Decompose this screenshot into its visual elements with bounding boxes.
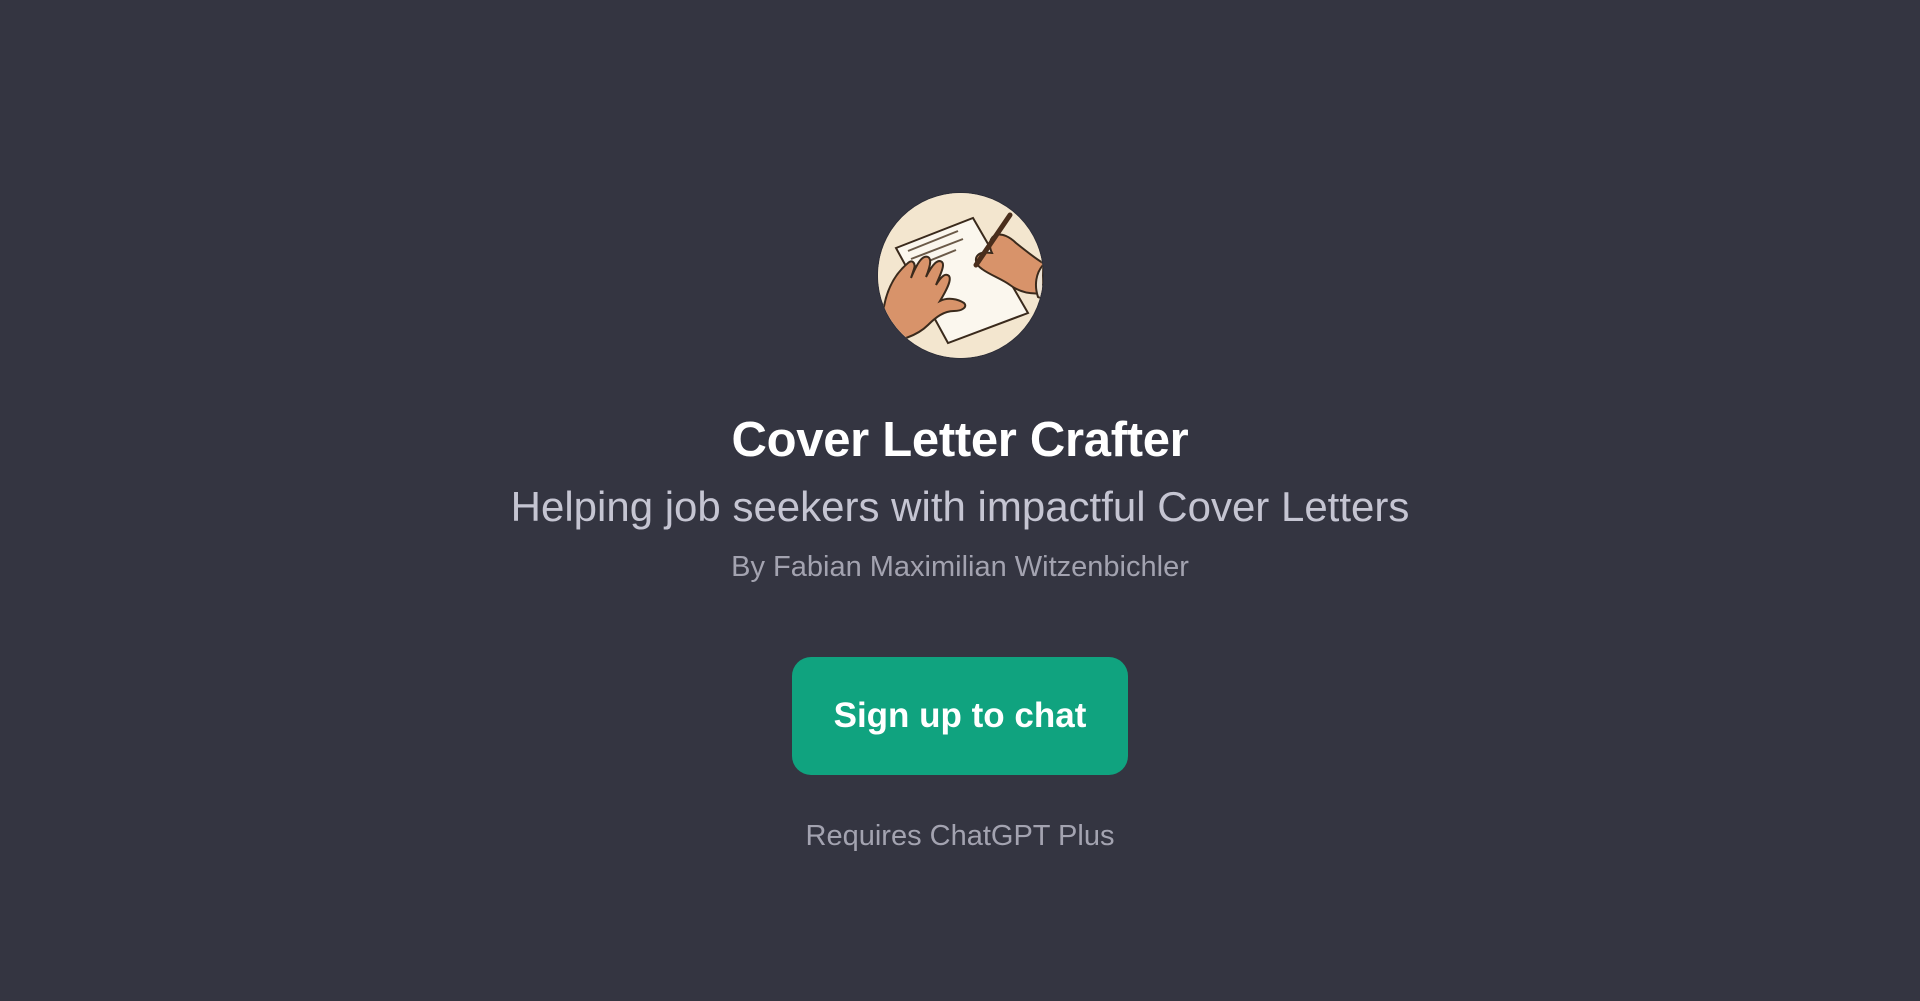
gpt-author: By Fabian Maximilian Witzenbichler bbox=[731, 551, 1189, 584]
requires-plus-note: Requires ChatGPT Plus bbox=[805, 820, 1115, 853]
gpt-description: Helping job seekers with impactful Cover… bbox=[510, 482, 1410, 530]
gpt-avatar bbox=[877, 193, 1043, 358]
gpt-title: Cover Letter Crafter bbox=[731, 413, 1189, 467]
writing-hands-icon bbox=[877, 193, 1043, 358]
sign-up-to-chat-button[interactable]: Sign up to chat bbox=[792, 657, 1128, 776]
gpt-landing: Cover Letter Crafter Helping job seekers… bbox=[0, 0, 1920, 1001]
